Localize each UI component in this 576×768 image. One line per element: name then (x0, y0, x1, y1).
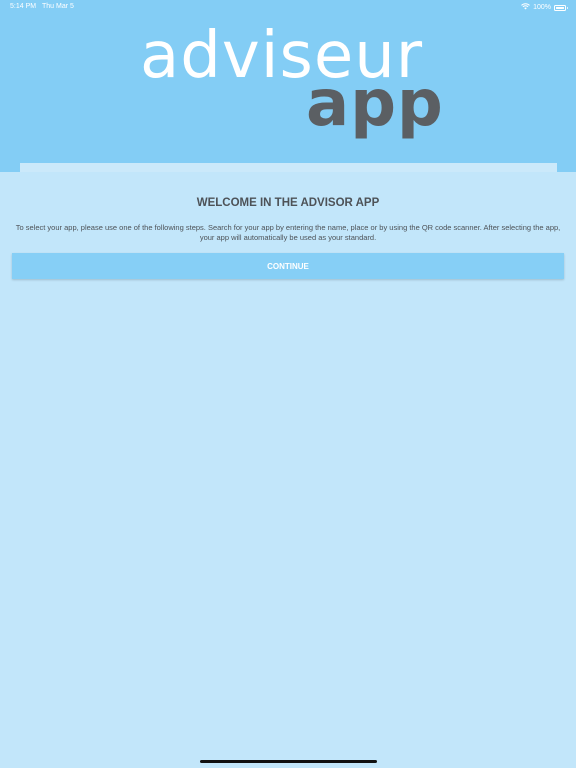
wifi-icon (521, 3, 530, 12)
app-logo: adviseur app (140, 24, 443, 144)
status-time: 5:14 PM (10, 3, 37, 10)
screen: 5:14 PM Thu Mar 5 100% adviseur app WELC… (0, 0, 576, 768)
header-banner: 5:14 PM Thu Mar 5 100% adviseur app (0, 0, 576, 172)
welcome-title: WELCOME IN THE ADVISOR APP (196, 197, 380, 209)
status-indicators: 100% (521, 3, 568, 12)
status-bar: 5:14 PM Thu Mar 5 100% (0, 0, 576, 14)
home-indicator[interactable] (200, 760, 377, 763)
continue-button[interactable]: CONTINUE (12, 253, 564, 279)
logo-text-app: app (306, 67, 444, 141)
welcome-description: To select your app, please use one of th… (15, 223, 561, 242)
battery-icon (554, 4, 568, 11)
status-date: Thu Mar 5 (42, 3, 74, 10)
header-divider-strip (20, 163, 557, 172)
battery-percentage: 100% (533, 4, 551, 11)
